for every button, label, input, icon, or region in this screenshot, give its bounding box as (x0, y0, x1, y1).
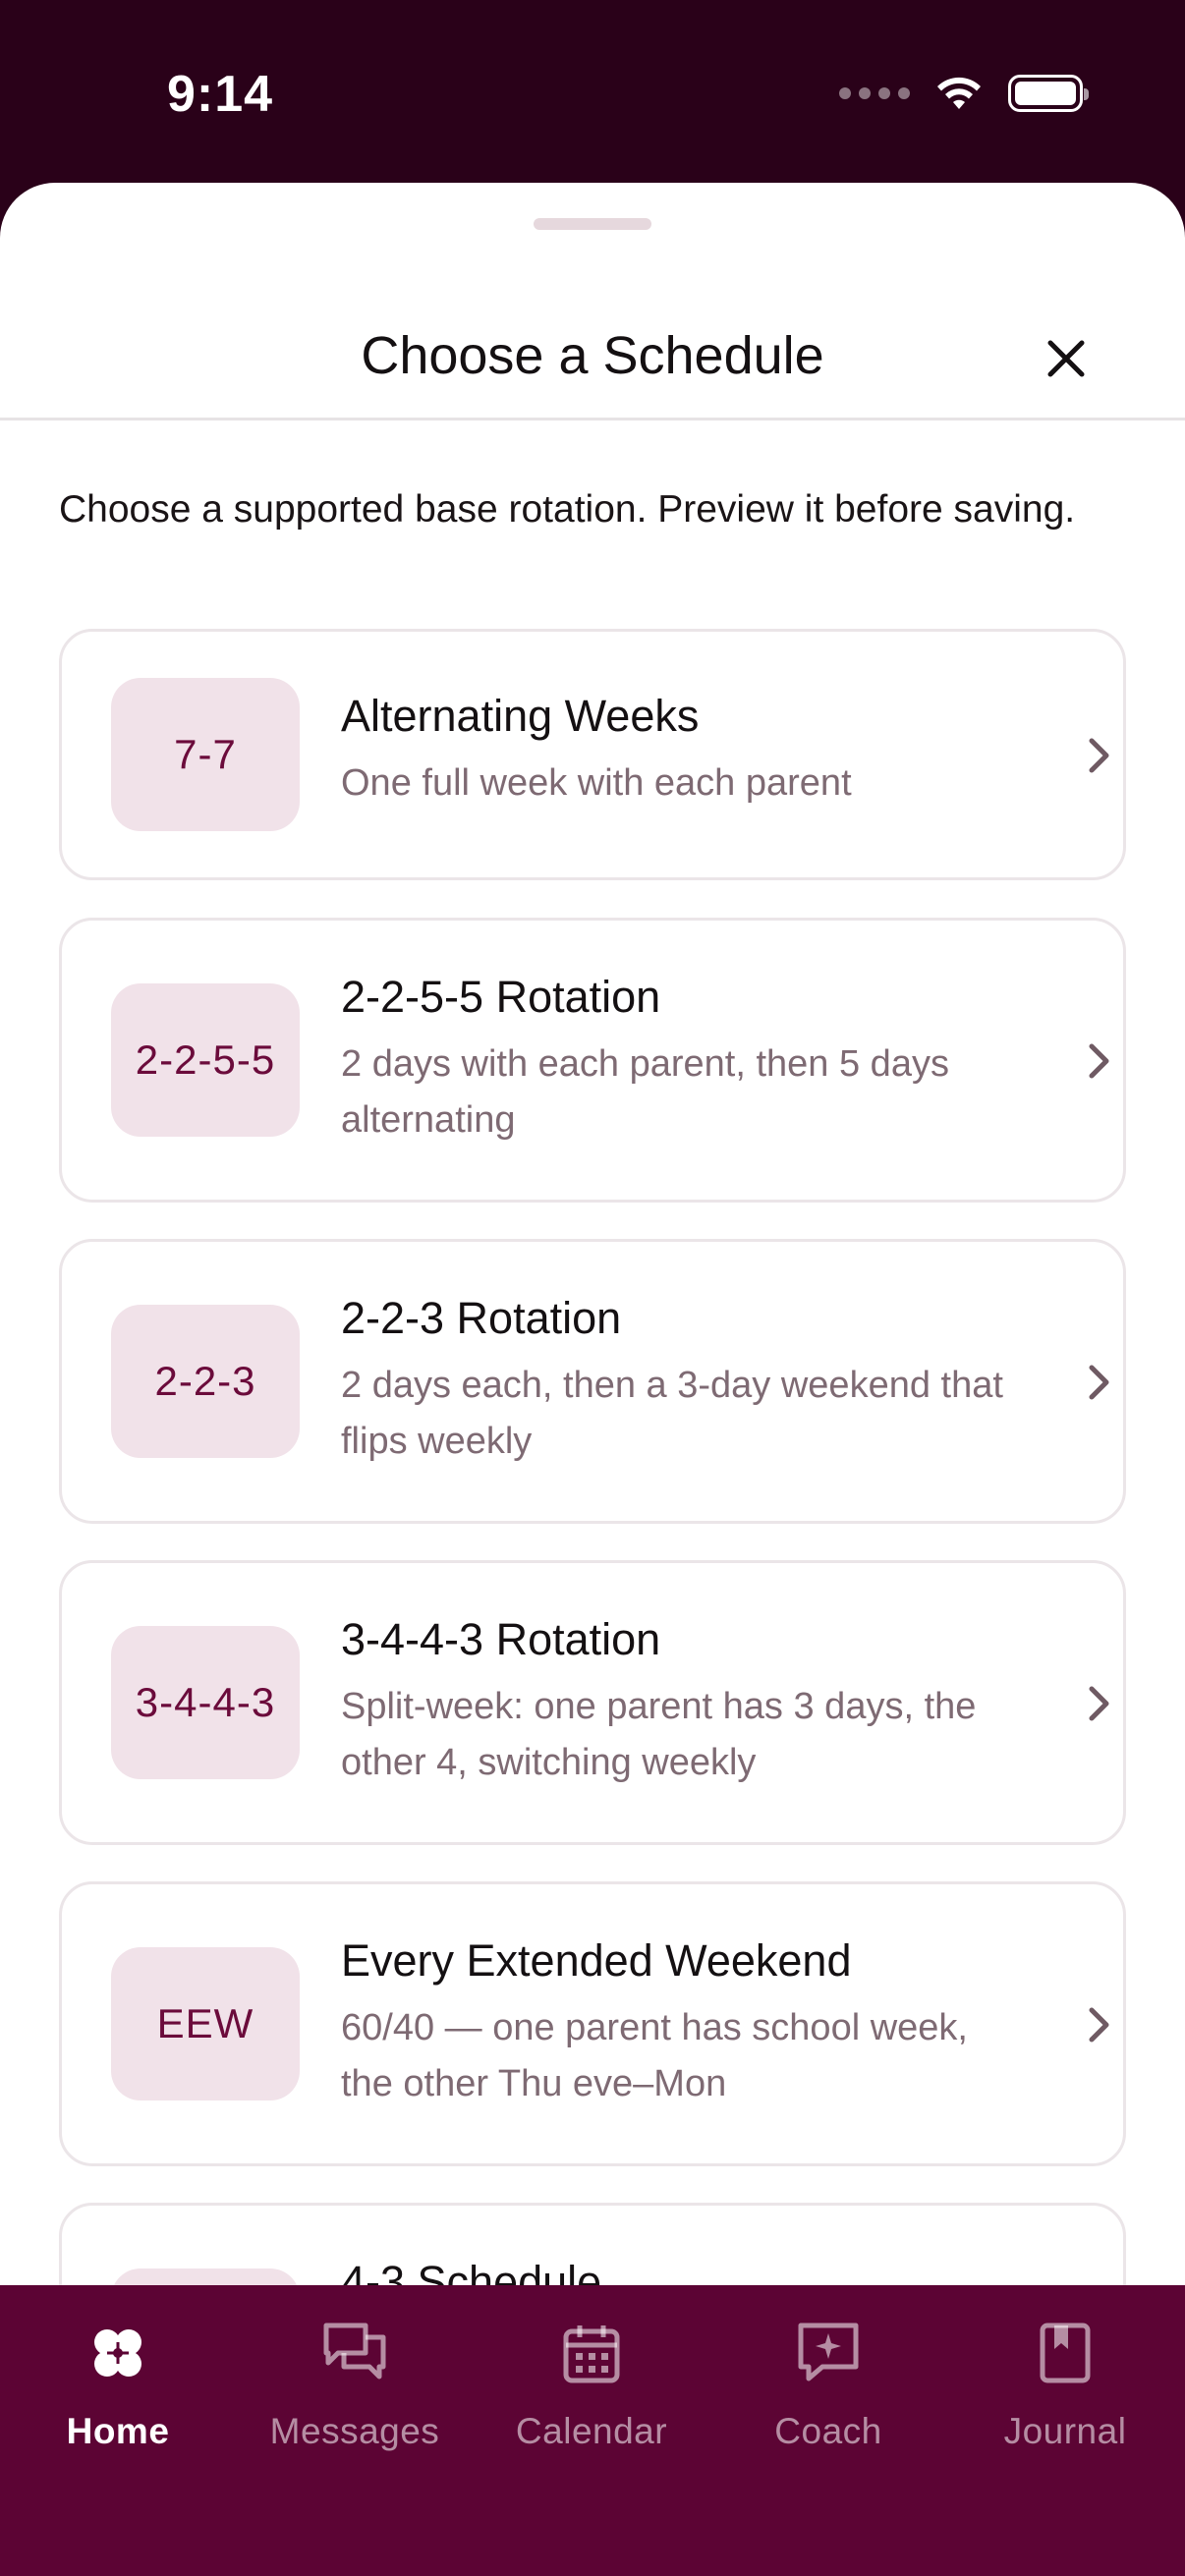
battery-icon (1008, 75, 1089, 112)
schedule-title: 3-4-4-3 Rotation (341, 1614, 661, 1664)
schedule-badge: 7-7 (111, 678, 300, 831)
tab-label: Home (66, 2411, 170, 2451)
schedule-badge: EEW (111, 1947, 300, 2100)
schedule-badge: 2-2-3 (111, 1305, 300, 1458)
close-button[interactable] (1034, 326, 1099, 391)
status-time: 9:14 (167, 66, 274, 123)
schedule-title: Every Extended Weekend (341, 1935, 852, 1986)
schedule-sheet: Choose a Schedule Choose a supported bas… (0, 183, 1185, 2285)
tab-label: Journal (1003, 2411, 1127, 2451)
sheet-grabber[interactable] (534, 218, 651, 230)
tab-calendar[interactable]: Calendar (474, 2285, 709, 2482)
schedule-card-2-2-3[interactable]: 2-2-3 2-2-3 Rotation 2 days each, then a… (59, 1239, 1126, 1524)
sheet-title: Choose a Schedule (361, 326, 824, 385)
sheet-intro-text: Choose a supported base rotation. Previe… (59, 488, 1076, 531)
tab-label: Calendar (515, 2411, 668, 2451)
chevron-right-icon (1080, 1680, 1119, 1727)
schedule-card-every-extended-weekend[interactable]: EEW Every Extended Weekend 60/40 — one p… (59, 1881, 1126, 2166)
schedule-description: Split-week: one parent has 3 days, the o… (341, 1686, 977, 1783)
chevron-right-icon (1080, 1359, 1119, 1406)
tab-coach[interactable]: Coach (710, 2285, 946, 2482)
tab-messages[interactable]: Messages (237, 2285, 473, 2482)
status-bar: 9:14 (0, 0, 1185, 183)
wifi-icon (937, 77, 981, 109)
tab-label: Coach (774, 2411, 882, 2451)
close-icon (1047, 340, 1085, 377)
schedule-card-alternating-weeks[interactable]: 7-7 Alternating Weeks One full week with… (59, 629, 1126, 880)
schedule-badge: 3-4-4-3 (111, 1626, 300, 1779)
sheet-header: Choose a Schedule (0, 242, 1185, 420)
journal-bookmark-icon (947, 2319, 1183, 2387)
schedule-description: 60/40 — one parent has school week, the … (341, 2007, 968, 2104)
schedule-title: 4-3 Schedule (341, 2257, 602, 2285)
clover-icon (0, 2319, 236, 2387)
schedule-title: 2-2-3 Rotation (341, 1293, 622, 1343)
chevron-right-icon (1080, 1037, 1119, 1085)
schedule-badge: 2-2-5-5 (111, 983, 300, 1137)
tab-home[interactable]: Home (0, 2285, 236, 2482)
tab-label: Messages (269, 2411, 440, 2451)
chevron-right-icon (1080, 732, 1119, 779)
schedule-description: 2 days with each parent, then 5 days alt… (341, 1043, 949, 1141)
status-icons (839, 75, 1089, 112)
chevron-right-icon (1080, 2001, 1119, 2048)
cellular-signal-icon (839, 87, 910, 99)
tab-bar: Home Messages Calendar Coach Journal (0, 2285, 1185, 2576)
schedule-card-3-4-4-3[interactable]: 3-4-4-3 3-4-4-3 Rotation Split-week: one… (59, 1560, 1126, 1845)
schedule-badge (111, 2268, 300, 2285)
schedule-card-2-2-5-5[interactable]: 2-2-5-5 2-2-5-5 Rotation 2 days with eac… (59, 918, 1126, 1203)
schedule-title: Alternating Weeks (341, 691, 700, 741)
schedule-title: 2-2-5-5 Rotation (341, 972, 661, 1022)
schedule-description: 2 days each, then a 3-day weekend that f… (341, 1365, 1003, 1462)
sparkle-chat-icon (710, 2319, 946, 2387)
schedule-card-4-3[interactable]: 4-3 Schedule (59, 2203, 1126, 2285)
tab-journal[interactable]: Journal (947, 2285, 1183, 2482)
chat-bubbles-icon (237, 2319, 473, 2387)
calendar-icon (474, 2319, 709, 2387)
schedule-description: One full week with each parent (341, 762, 852, 804)
